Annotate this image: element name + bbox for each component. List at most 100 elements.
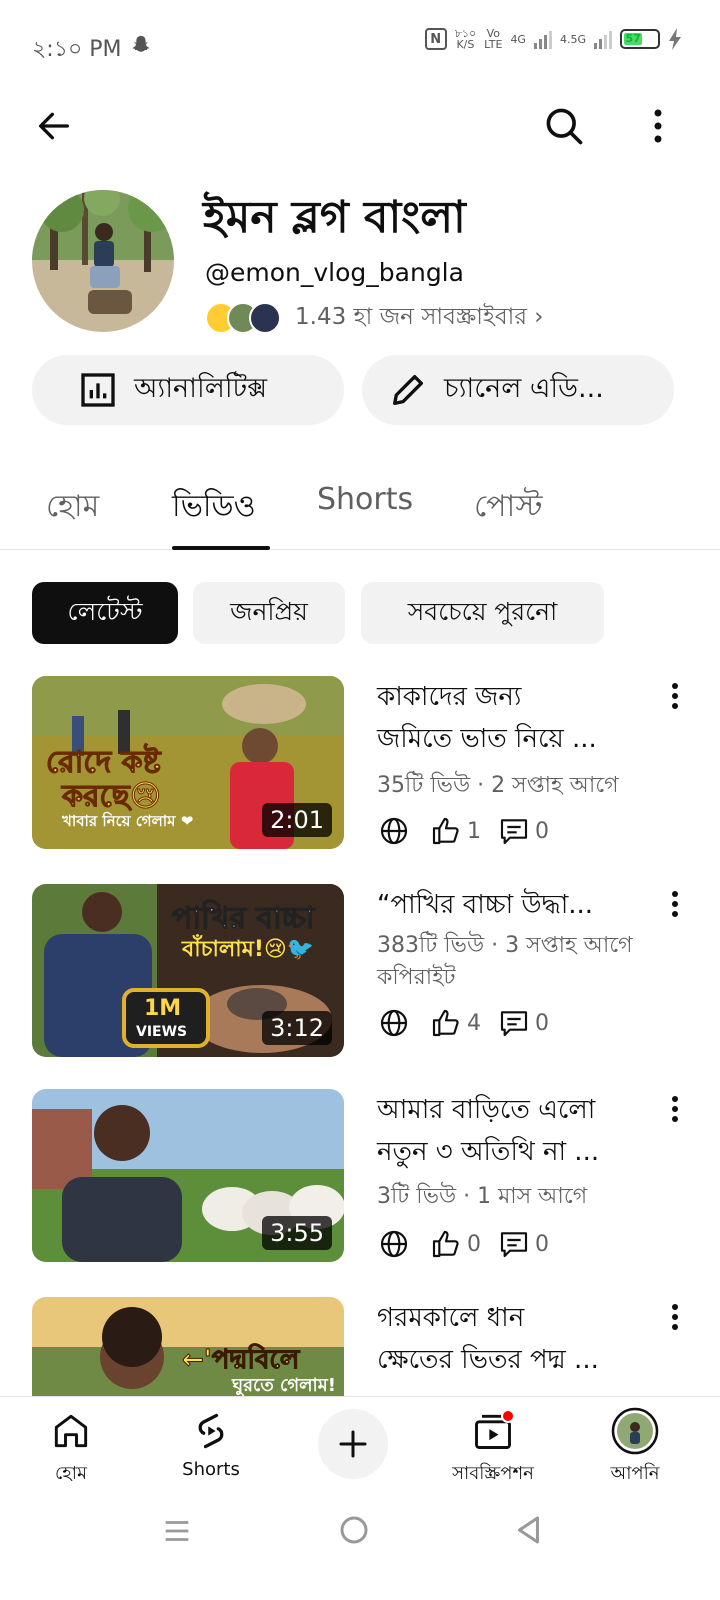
charging-icon [669, 28, 681, 50]
channel-handle: @emon_vlog_bangla [205, 258, 464, 287]
channel-name: ইমন ব্লগ বাংলা [203, 192, 466, 243]
nav-shorts[interactable]: Shorts [146, 1405, 276, 1480]
video-duration-1: 2:01 [262, 803, 332, 837]
edit-channel-label: চ্যানেল এডি... [444, 372, 604, 404]
video-meta-2: 383টি ভিউ · 3 সপ্তাহ আগে কপিরাইট [377, 930, 677, 994]
comment-icon [497, 1006, 531, 1040]
subscriber-avatar-3 [249, 301, 281, 334]
tab-home[interactable]: হোম [46, 482, 99, 533]
net-type-1: 4G [510, 32, 526, 46]
video-thumbnail-2[interactable]: পাখির বাচ্চা বাঁচালাম!😢🐦 1M VIEWS 3:12 [32, 884, 344, 1057]
video-thumbnail-4[interactable]: ←'পদ্মবিলে ঘুরতে গেলাম! [32, 1297, 344, 1396]
video-comments-2: 0 [535, 1010, 549, 1036]
chip-popular[interactable]: জনপ্রিয় [193, 582, 345, 644]
video-comments-3: 0 [535, 1231, 549, 1257]
profile-avatar-icon [609, 1405, 661, 1457]
nfc-icon: N [424, 28, 447, 50]
more-options-button[interactable] [632, 100, 684, 152]
signal-1-icon [533, 29, 552, 49]
video-item-4[interactable]: ←'পদ্মবিলে ঘুরতে গেলাম! গরমকালে ধান ক্ষে… [0, 1297, 720, 1396]
signal-2-icon [594, 29, 612, 49]
globe-icon [377, 1227, 411, 1261]
video-title-4[interactable]: গরমকালে ধান ক্ষেতের ভিতর পদ্ম ... [377, 1297, 657, 1381]
thumb-1-overlay-line-3: খাবার নিয়ে গেলাম ❤ [62, 812, 194, 830]
video-meta-2-line-1: 383টি ভিউ · 3 সপ্তাহ আগে [377, 933, 633, 958]
chip-oldest[interactable]: সবচেয়ে পুরনো [361, 582, 604, 644]
thumb-2-overlay-line-2: বাঁচালাম!😢🐦 [182, 937, 315, 962]
comment-icon [497, 814, 531, 848]
channel-avatar[interactable] [32, 190, 174, 332]
net-speed-unit: K/S [456, 38, 475, 51]
edit-channel-button[interactable]: চ্যানেল এডি... [362, 355, 674, 425]
video-thumbnail-3[interactable]: 3:55 [32, 1089, 344, 1262]
comment-icon [497, 1227, 531, 1261]
more-vert-icon [654, 109, 662, 143]
subscriptions-icon [467, 1405, 519, 1457]
video-more-button-4[interactable] [660, 1297, 690, 1337]
video-more-button-3[interactable] [660, 1089, 690, 1129]
video-meta-2-line-2: কপিরাইট [377, 965, 456, 990]
video-title-3[interactable]: আমার বাড়িতে এলো নতুন ৩ অতিথি না ... [377, 1089, 657, 1173]
pencil-icon [386, 368, 430, 412]
status-time: ২:১০ PM [32, 37, 122, 62]
nav-home[interactable]: হোম [6, 1405, 136, 1490]
volte-indicator: Vo LTE [484, 28, 502, 50]
search-button[interactable] [538, 100, 590, 152]
video-stats-1: 1 0 [377, 814, 549, 848]
globe-icon [377, 1006, 411, 1040]
nav-home-label: হোম [55, 1463, 87, 1484]
video-duration-3: 3:55 [262, 1216, 332, 1250]
bottom-navigation: হোম Shorts সাবস্ক্রিপশন আপনি [0, 1396, 720, 1500]
video-likes-2: 4 [467, 1010, 481, 1036]
tab-shorts[interactable]: Shorts [317, 482, 413, 517]
like-icon [429, 1227, 463, 1261]
subscribers-row[interactable]: 1.43 হা জন সাবস্ক্রাইবার › [205, 298, 544, 337]
tab-videos[interactable]: ভিডিও [172, 482, 256, 533]
nav-subscriptions[interactable]: সাবস্ক্রিপশন [428, 1405, 558, 1490]
recent-apps-icon[interactable] [160, 1514, 194, 1548]
analytics-label: অ্যানালিটিক্স [134, 372, 268, 404]
thumb-4-overlay-line-2: ঘুরতে গেলাম! [232, 1375, 336, 1396]
video-title-3-line-2: নতুন ৩ অতিথি না ... [377, 1137, 600, 1167]
video-title-2[interactable]: “পাখির বাচ্চা উদ্ধা... [377, 884, 657, 926]
video-stats-3: 0 0 [377, 1227, 549, 1261]
more-vert-icon [672, 683, 678, 709]
active-tab-indicator [172, 546, 270, 550]
subscriber-avatars [205, 301, 281, 334]
video-more-button-1[interactable] [660, 676, 690, 716]
analytics-icon [76, 368, 120, 412]
thumb-2-views-label: VIEWS [136, 1024, 188, 1040]
video-title-4-line-2: ক্ষেতের ভিতর পদ্ম ... [377, 1345, 599, 1375]
home-icon [45, 1405, 97, 1457]
nav-you[interactable]: আপনি [570, 1405, 700, 1490]
chip-latest[interactable]: লেটেস্ট [32, 582, 178, 644]
nav-you-label: আপনি [610, 1463, 660, 1484]
video-title-1-line-2: জমিতে ভাত নিয়ে ... [377, 724, 597, 754]
video-more-button-2[interactable] [660, 884, 690, 924]
video-title-1[interactable]: কাকাদের জন্য জমিতে ভাত নিয়ে ... [377, 676, 657, 760]
battery-icon: 57 [620, 29, 660, 49]
battery-level: 57 [624, 32, 643, 45]
status-bar: ২:১০ PM N ৮১০ K/S Vo LTE 4G 4.5G 57 [0, 0, 720, 92]
home-circle-icon[interactable] [336, 1512, 372, 1548]
tab-posts[interactable]: পোস্ট [474, 482, 542, 533]
volte-bottom: LTE [484, 38, 503, 51]
video-thumbnail-1[interactable]: রোদে কষ্ট করছে😢 খাবার নিয়ে গেলাম ❤ 2:01 [32, 676, 344, 849]
globe-icon [377, 814, 411, 848]
shorts-icon [185, 1405, 237, 1457]
like-icon [429, 1006, 463, 1040]
video-likes-1: 1 [467, 818, 481, 844]
snapchat-icon [132, 35, 150, 52]
video-meta-1: 35টি ভিউ · 2 সপ্তাহ আগে [377, 773, 619, 798]
create-button[interactable] [318, 1409, 388, 1479]
nav-subscriptions-label: সাবস্ক্রিপশন [452, 1463, 534, 1484]
back-button[interactable] [28, 100, 80, 152]
system-navigation-bar [0, 1500, 720, 1600]
back-triangle-icon[interactable] [512, 1512, 548, 1548]
status-icons: N ৮১০ K/S Vo LTE 4G 4.5G 57 [424, 28, 682, 51]
more-vert-icon [672, 891, 678, 917]
video-title-2-line-1: “পাখির বাচ্চা উদ্ধা... [377, 890, 594, 920]
more-vert-icon [672, 1304, 678, 1330]
analytics-button[interactable]: অ্যানালিটিক্স [32, 355, 344, 425]
arrow-left-icon [39, 112, 70, 140]
